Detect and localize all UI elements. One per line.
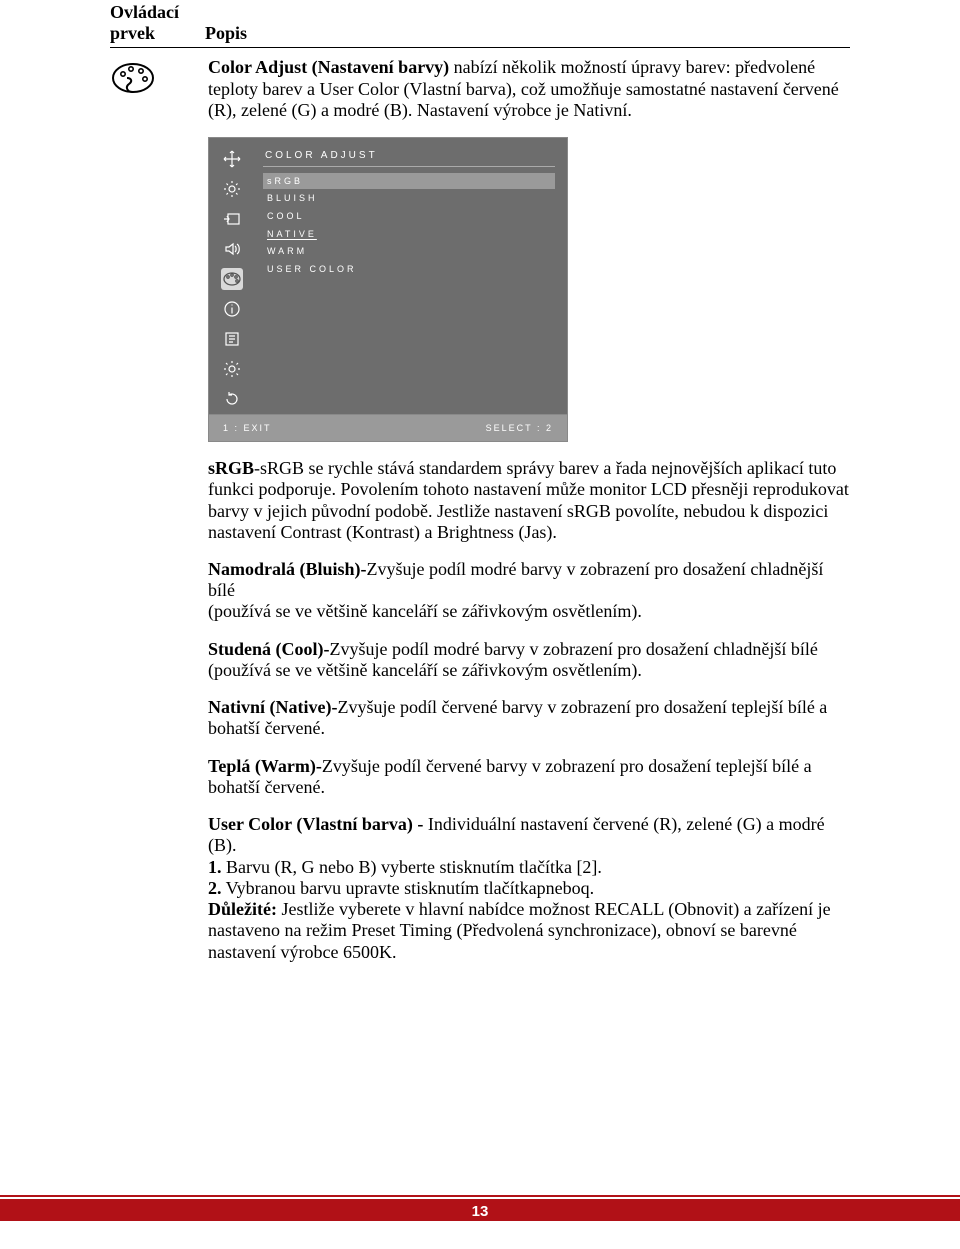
user-n1: Barvu (R, G nebo B) vyberte stisknutím t… — [222, 857, 602, 877]
user-color-paragraph: User Color (Vlastní barva) - Individuáln… — [208, 814, 849, 963]
palette-icon — [111, 62, 155, 94]
user-n1b: 1. — [208, 857, 222, 877]
osd-item-warm[interactable]: WARM — [263, 243, 555, 260]
osd-icon-input — [221, 208, 243, 230]
osd-title: COLOR ADJUST — [263, 146, 555, 167]
warm-paragraph: Teplá (Warm)-Zvyšuje podíl červené barvy… — [208, 756, 849, 798]
intro-paragraph: Color Adjust (Nastavení barvy) nabízí ně… — [208, 57, 849, 121]
osd-item-srgb[interactable]: sRGB — [263, 173, 555, 190]
native-paragraph: Nativní (Native)-Zvyšuje podíl červené b… — [208, 697, 849, 739]
header-table: Ovládací prvek Popis — [110, 2, 850, 43]
cool-bold: Studená (Cool)- — [208, 639, 330, 659]
osd-item-cool[interactable]: COOL — [263, 208, 555, 225]
header-col1-line2: prvek — [110, 23, 155, 43]
cool-text2: (používá se ve většině kanceláří se záři… — [208, 660, 642, 680]
osd-footer-right: SELECT : 2 — [486, 423, 553, 434]
osd-icon-move — [221, 148, 243, 170]
cool-text1: Zvyšuje podíl modré barvy v zobrazení pr… — [330, 639, 818, 659]
osd-icon-manual — [221, 328, 243, 350]
header-col2: Popis — [205, 23, 247, 43]
osd-footer-left: 1 : EXIT — [223, 423, 272, 434]
osd-item-bluish[interactable]: BLUISH — [263, 190, 555, 207]
osd-item-user-color[interactable]: USER COLOR — [263, 261, 555, 278]
intro-bold: Color Adjust (Nastavení barvy) — [208, 57, 449, 77]
osd-icon-info — [221, 298, 243, 320]
srgb-bold: sRGB — [208, 458, 254, 478]
header-rule — [110, 47, 850, 48]
osd-icon-audio — [221, 238, 243, 260]
osd-icon-setup — [221, 358, 243, 380]
osd-icon-reset — [221, 388, 243, 410]
header-col1-line1: Ovládací — [110, 2, 179, 22]
osd-icon-column — [209, 138, 255, 414]
user-n2b: 2. — [208, 878, 222, 898]
page-number: 13 — [0, 1203, 960, 1220]
user-n2: Vybranou barvu upravte stisknutím tlačít… — [222, 878, 595, 898]
user-important-text: Jestliže vyberete v hlavní nabídce možno… — [208, 899, 831, 961]
osd-icon-color-selected — [221, 268, 243, 290]
user-important-bold: Důležité: — [208, 899, 277, 919]
native-bold: Nativní (Native)- — [208, 697, 337, 717]
osd-menu: COLOR ADJUST sRGB BLUISH COOL NATIVE WAR… — [208, 137, 568, 442]
bluish-paragraph: Namodralá (Bluish)-Zvyšuje podíl modré b… — [208, 559, 849, 623]
srgb-paragraph: sRGB-sRGB se rychle stává standardem spr… — [208, 458, 849, 543]
user-bold: User Color (Vlastní barva) - — [208, 814, 428, 834]
cool-paragraph: Studená (Cool)-Zvyšuje podíl modré barvy… — [208, 639, 849, 681]
osd-icon-brightness — [221, 178, 243, 200]
bluish-bold: Namodralá (Bluish)- — [208, 559, 367, 579]
bluish-text2: (používá se ve většině kanceláří se záři… — [208, 601, 642, 621]
srgb-text: -sRGB se rychle stává standardem správy … — [208, 458, 849, 542]
warm-bold: Teplá (Warm)- — [208, 756, 322, 776]
osd-item-native[interactable]: NATIVE — [263, 226, 555, 243]
